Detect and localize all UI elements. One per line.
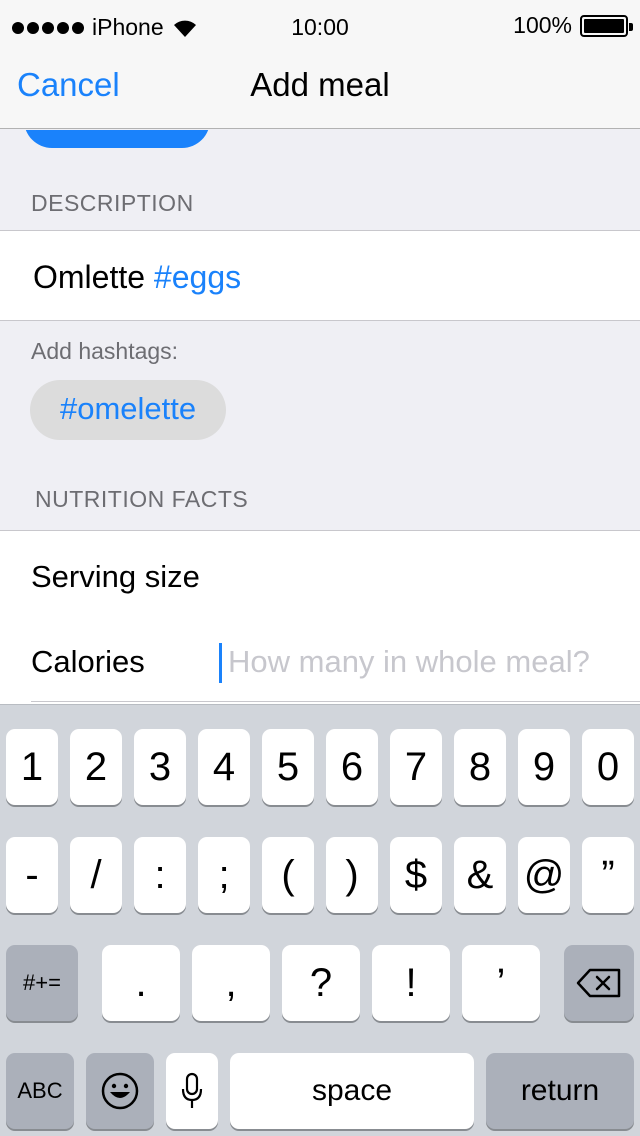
description-hashtag: #eggs <box>153 259 242 295</box>
description-text: Omlette <box>33 259 146 295</box>
nav-bar: Cancel Add meal <box>0 56 640 129</box>
page-title: Add meal <box>250 66 390 103</box>
key-9[interactable]: 9 <box>518 729 570 805</box>
description-header: DESCRIPTION <box>31 190 194 216</box>
serving-size-row[interactable]: Serving size <box>31 559 200 595</box>
battery-indicator: 100% <box>513 12 633 39</box>
letters-mode-key[interactable]: ABC <box>6 1053 74 1129</box>
backspace-icon <box>576 968 621 998</box>
key-semicolon[interactable]: ; <box>198 837 250 913</box>
calories-label: Calories <box>31 644 145 679</box>
nutrition-header: NUTRITION FACTS <box>35 486 249 512</box>
key-open-paren[interactable]: ( <box>262 837 314 913</box>
key-apostrophe[interactable]: ’ <box>462 945 540 1021</box>
hashtags-label: Add hashtags: <box>31 338 179 364</box>
nutrition-facts-group: Serving size Calories <box>0 530 640 704</box>
key-dollar[interactable]: $ <box>390 837 442 913</box>
meal-type-chip-selected[interactable] <box>24 130 210 148</box>
text-cursor <box>219 643 222 683</box>
return-key[interactable]: return <box>486 1053 634 1129</box>
emoji-key[interactable] <box>86 1053 154 1129</box>
key-close-paren[interactable]: ) <box>326 837 378 913</box>
key-question[interactable]: ? <box>282 945 360 1021</box>
status-bar: iPhone 10:00 100% <box>0 0 640 56</box>
emoji-icon <box>101 1072 139 1110</box>
key-4[interactable]: 4 <box>198 729 250 805</box>
form-content[interactable]: DESCRIPTION Omlette #eggs Add hashtags: … <box>0 130 640 704</box>
row-divider <box>31 701 640 702</box>
key-5[interactable]: 5 <box>262 729 314 805</box>
space-key[interactable]: space <box>230 1053 474 1129</box>
key-hyphen[interactable]: - <box>6 837 58 913</box>
calories-input[interactable] <box>228 639 628 685</box>
numeric-keyboard: 1 2 3 4 5 6 7 8 9 0 - / : ; ( ) $ & @ ” … <box>0 704 640 1136</box>
key-period[interactable]: . <box>102 945 180 1021</box>
key-7[interactable]: 7 <box>390 729 442 805</box>
key-comma[interactable]: , <box>192 945 270 1021</box>
key-0[interactable]: 0 <box>582 729 634 805</box>
microphone-icon <box>181 1072 203 1108</box>
key-6[interactable]: 6 <box>326 729 378 805</box>
key-colon[interactable]: : <box>134 837 186 913</box>
description-value: Omlette #eggs <box>33 259 241 296</box>
key-at[interactable]: @ <box>518 837 570 913</box>
key-2[interactable]: 2 <box>70 729 122 805</box>
dictation-key[interactable] <box>166 1053 218 1129</box>
key-exclamation[interactable]: ! <box>372 945 450 1021</box>
symbols-mode-key[interactable]: #+= <box>6 945 78 1021</box>
battery-percent: 100% <box>513 12 572 38</box>
description-field[interactable]: Omlette #eggs <box>0 230 640 321</box>
hashtag-suggestion-chip[interactable]: #omelette <box>30 380 227 440</box>
delete-key[interactable] <box>564 945 634 1021</box>
key-ampersand[interactable]: & <box>454 837 506 913</box>
key-quote[interactable]: ” <box>582 837 634 913</box>
battery-icon <box>580 14 633 37</box>
key-8[interactable]: 8 <box>454 729 506 805</box>
key-slash[interactable]: / <box>70 837 122 913</box>
key-3[interactable]: 3 <box>134 729 186 805</box>
key-1[interactable]: 1 <box>6 729 58 805</box>
